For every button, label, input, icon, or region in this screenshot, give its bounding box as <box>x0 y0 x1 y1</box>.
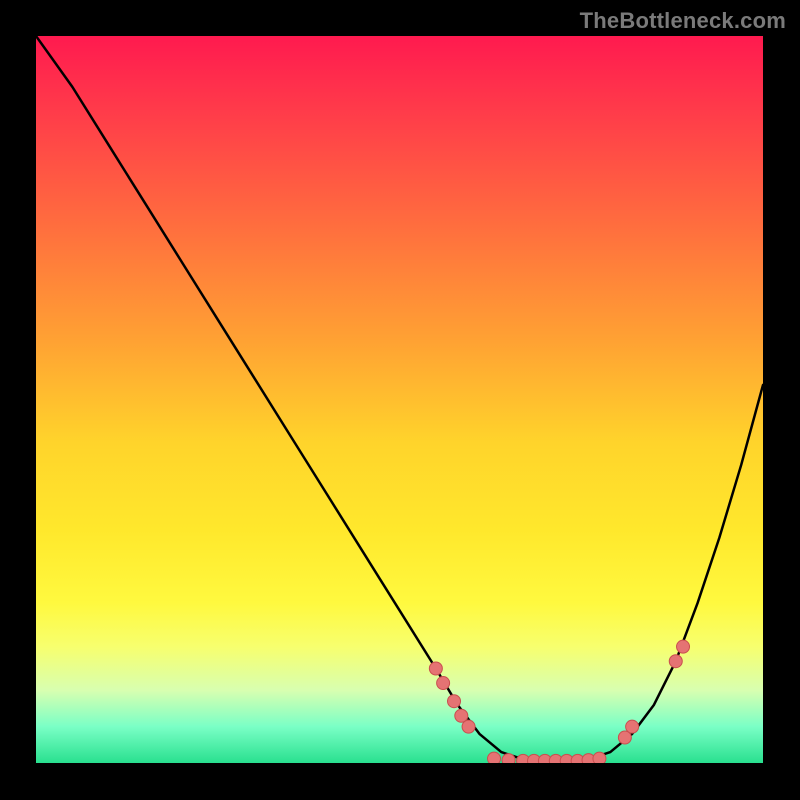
curve-marker <box>669 655 682 668</box>
curve-marker <box>488 752 501 763</box>
curve-marker <box>593 752 606 763</box>
curve-marker <box>626 720 639 733</box>
curve-marker <box>429 662 442 675</box>
bottleneck-curve <box>36 36 763 763</box>
curve-marker <box>502 754 515 763</box>
bottleneck-curve-svg <box>36 36 763 763</box>
curve-marker <box>462 720 475 733</box>
plot-area <box>36 36 763 763</box>
curve-markers <box>429 640 689 763</box>
watermark-text: TheBottleneck.com <box>580 8 786 34</box>
curve-marker <box>677 640 690 653</box>
chart-container: TheBottleneck.com <box>0 0 800 800</box>
curve-marker <box>448 695 461 708</box>
curve-marker <box>437 677 450 690</box>
